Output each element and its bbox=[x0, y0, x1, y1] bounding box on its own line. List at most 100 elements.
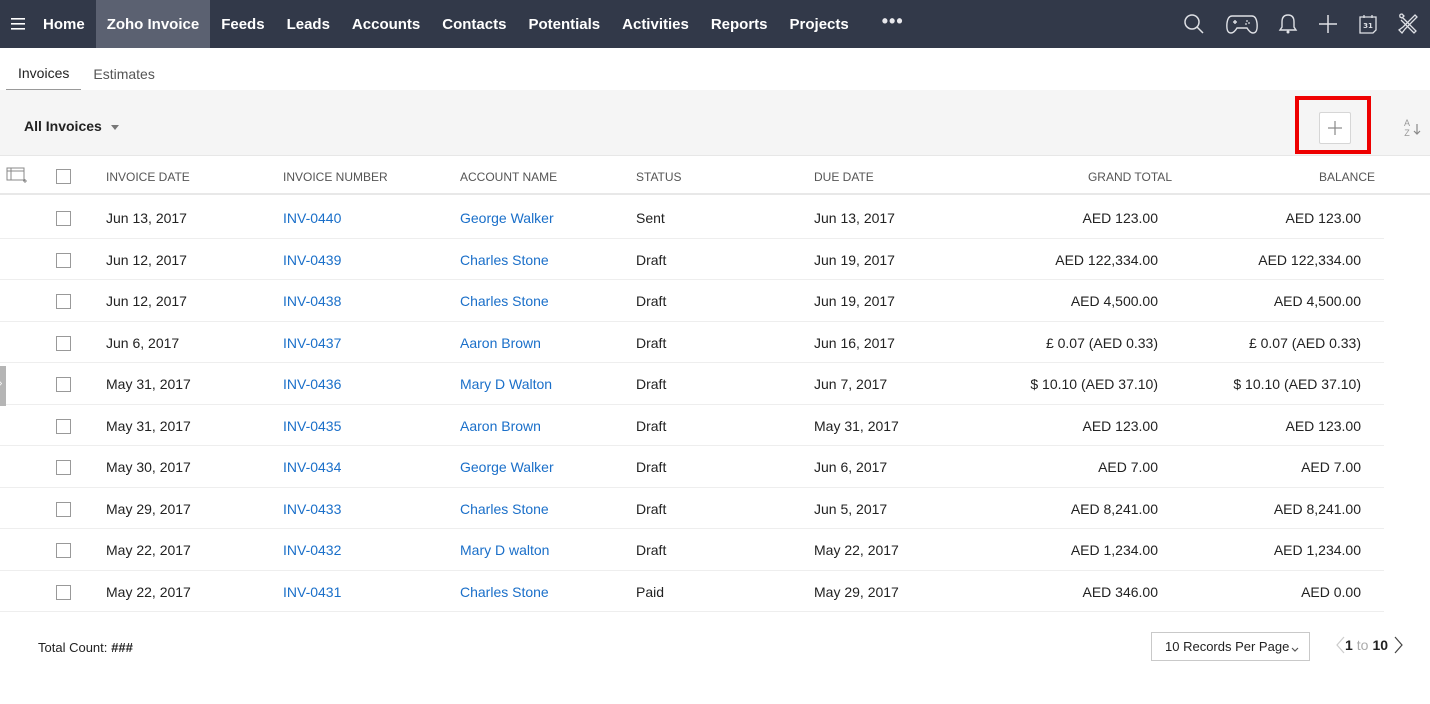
column-settings-icon[interactable] bbox=[6, 167, 28, 186]
account-name-link[interactable]: Aaron Brown bbox=[460, 335, 541, 351]
nav-item-contacts[interactable]: Contacts bbox=[431, 0, 517, 48]
cell-invoice-date: Jun 6, 2017 bbox=[106, 334, 180, 351]
cell-status: Draft bbox=[636, 293, 667, 309]
total-count-label: Total Count: bbox=[38, 640, 108, 655]
cell-grand-total: AED 7.00 bbox=[1098, 459, 1158, 475]
caret-down-icon bbox=[110, 124, 119, 130]
table-row[interactable]: May 30, 2017 INV-0434 George Walker Draft Ju… bbox=[0, 446, 1384, 488]
invoice-number-link[interactable]: INV-0439 bbox=[283, 252, 341, 268]
cell-balance: AED 1,234.00 bbox=[1273, 542, 1361, 558]
cell-invoice-date: May 29, 2017 bbox=[106, 500, 191, 517]
plus-icon bbox=[1328, 121, 1342, 135]
cell-grand-total: AED 346.00 bbox=[1082, 583, 1159, 600]
nav-item-reports[interactable]: Reports bbox=[700, 0, 779, 48]
nav-icons: 31 bbox=[1174, 0, 1430, 48]
select-all-checkbox[interactable] bbox=[56, 169, 71, 184]
nav-item-feeds[interactable]: Feeds bbox=[210, 0, 275, 48]
cell-due-date: Jun 7, 2017 bbox=[814, 376, 888, 392]
cell-grand-total: $ 10.10 (AED 37.10) bbox=[1030, 376, 1158, 392]
column-header-account-name[interactable]: ACCOUNT NAME bbox=[460, 170, 557, 184]
gamepad-icon[interactable] bbox=[1222, 0, 1262, 48]
tab-estimates[interactable]: Estimates bbox=[81, 66, 166, 90]
view-selector-dropdown[interactable]: All Invoices bbox=[24, 118, 119, 134]
column-header-due-date[interactable]: DUE DATE bbox=[814, 170, 874, 184]
account-name-link[interactable]: Mary D Walton bbox=[460, 376, 552, 392]
cell-balance: AED 7.00 bbox=[1301, 459, 1361, 475]
invoice-number-link[interactable]: INV-0440 bbox=[283, 210, 341, 226]
table-row[interactable]: Jun 13, 2017 INV-0440 George Walker Sent Jun… bbox=[0, 197, 1384, 239]
nav-item-accounts[interactable]: Accounts bbox=[341, 0, 431, 48]
cell-due-date: Jun 16, 2017 bbox=[814, 334, 895, 351]
account-name-link[interactable]: Aaron Brown bbox=[460, 418, 541, 434]
nav-item-activities[interactable]: Activities bbox=[611, 0, 700, 48]
column-header-invoice-number[interactable]: INVOICE NUMBER bbox=[283, 170, 388, 184]
new-invoice-button[interactable] bbox=[1319, 112, 1351, 144]
side-panel-toggle[interactable]: › bbox=[0, 366, 6, 406]
invoice-number-link[interactable]: INV-0433 bbox=[283, 501, 341, 517]
table-row[interactable]: May 31, 2017 INV-0435 Aaron Brown Draft May … bbox=[0, 405, 1384, 446]
nav-item-home[interactable]: Home bbox=[36, 0, 96, 48]
tools-icon[interactable] bbox=[1388, 0, 1428, 48]
account-name-link[interactable]: Charles Stone bbox=[460, 584, 549, 600]
row-checkbox[interactable] bbox=[56, 460, 71, 475]
row-checkbox[interactable] bbox=[56, 252, 71, 268]
account-name-link[interactable]: Mary D walton bbox=[460, 542, 549, 558]
row-checkbox[interactable] bbox=[56, 501, 71, 517]
next-page-button[interactable] bbox=[1394, 636, 1404, 654]
cell-balance: AED 8,241.00 bbox=[1273, 500, 1361, 517]
row-checkbox[interactable] bbox=[56, 418, 71, 434]
row-checkbox[interactable] bbox=[56, 211, 71, 226]
nav-item-projects[interactable]: Projects bbox=[779, 0, 860, 48]
column-header-grand-total[interactable]: GRAND TOTAL bbox=[1088, 170, 1172, 184]
invoice-number-link[interactable]: INV-0437 bbox=[283, 335, 341, 351]
sort-alphabetical-button[interactable]: A Z bbox=[1402, 117, 1426, 139]
table-row[interactable]: Jun 12, 2017 INV-0439 Charles Stone Draft Ju… bbox=[0, 239, 1384, 280]
records-per-page-select[interactable]: 10 Records Per Page bbox=[1151, 632, 1310, 661]
row-checkbox[interactable] bbox=[56, 377, 71, 392]
row-checkbox[interactable] bbox=[56, 543, 71, 558]
cell-status: Draft bbox=[636, 376, 667, 392]
table-row[interactable]: May 22, 2017 INV-0432 Mary D walton Draft Ma… bbox=[0, 529, 1384, 571]
cell-balance: AED 0.00 bbox=[1301, 583, 1361, 600]
chevron-left-icon bbox=[1336, 636, 1345, 654]
account-name-link[interactable]: George Walker bbox=[460, 459, 554, 475]
account-name-link[interactable]: George Walker bbox=[460, 210, 554, 226]
account-name-link[interactable]: Charles Stone bbox=[460, 252, 549, 268]
plus-icon[interactable] bbox=[1308, 0, 1348, 48]
cell-status: Draft bbox=[636, 542, 667, 558]
previous-page-button[interactable] bbox=[1335, 636, 1345, 654]
row-checkbox[interactable] bbox=[56, 584, 71, 600]
calendar-icon[interactable]: 31 bbox=[1348, 0, 1388, 48]
invoice-number-link[interactable]: INV-0436 bbox=[283, 376, 341, 392]
more-menu-button[interactable]: ••• bbox=[860, 11, 926, 38]
row-checkbox[interactable] bbox=[56, 294, 71, 309]
pagination: 1 to 10 bbox=[1335, 636, 1404, 654]
cell-invoice-date: May 30, 2017 bbox=[106, 459, 191, 475]
table-row[interactable]: Jun 6, 2017 INV-0437 Aaron Brown Draft Jun 1… bbox=[0, 322, 1384, 363]
account-name-link[interactable]: Charles Stone bbox=[460, 501, 549, 517]
nav-item-zoho-invoice[interactable]: Zoho Invoice bbox=[95, 0, 211, 48]
nav-item-leads[interactable]: Leads bbox=[276, 0, 341, 48]
invoice-number-link[interactable]: INV-0431 bbox=[283, 584, 341, 600]
table-row[interactable]: Jun 12, 2017 INV-0438 Charles Stone Draft Ju… bbox=[0, 280, 1384, 322]
column-header-balance[interactable]: BALANCE bbox=[1319, 170, 1375, 184]
nav-item-potentials[interactable]: Potentials bbox=[517, 0, 611, 48]
column-header-status[interactable]: STATUS bbox=[636, 170, 682, 184]
tab-invoices[interactable]: Invoices bbox=[6, 65, 82, 90]
table-row[interactable]: May 29, 2017 INV-0433 Charles Stone Draft Ju… bbox=[0, 488, 1384, 529]
row-checkbox[interactable] bbox=[56, 335, 71, 351]
hamburger-menu-icon[interactable] bbox=[0, 0, 36, 48]
table-row[interactable]: May 31, 2017 INV-0436 Mary D Walton Draft Ju… bbox=[0, 363, 1384, 405]
cell-invoice-date: Jun 12, 2017 bbox=[106, 251, 187, 268]
top-navigation-bar: Home Zoho Invoice Feeds Leads Accounts C… bbox=[0, 0, 1430, 48]
invoice-number-link[interactable]: INV-0432 bbox=[283, 542, 341, 558]
invoice-number-link[interactable]: INV-0435 bbox=[283, 418, 341, 434]
cell-balance: AED 4,500.00 bbox=[1273, 293, 1361, 309]
invoice-number-link[interactable]: INV-0434 bbox=[283, 459, 341, 475]
account-name-link[interactable]: Charles Stone bbox=[460, 293, 549, 309]
bell-icon[interactable] bbox=[1268, 0, 1308, 48]
column-header-invoice-date[interactable]: INVOICE DATE bbox=[106, 170, 190, 184]
invoice-number-link[interactable]: INV-0438 bbox=[283, 293, 341, 309]
table-row[interactable]: May 22, 2017 INV-0431 Charles Stone Paid May… bbox=[0, 571, 1384, 612]
search-icon[interactable] bbox=[1174, 0, 1214, 48]
